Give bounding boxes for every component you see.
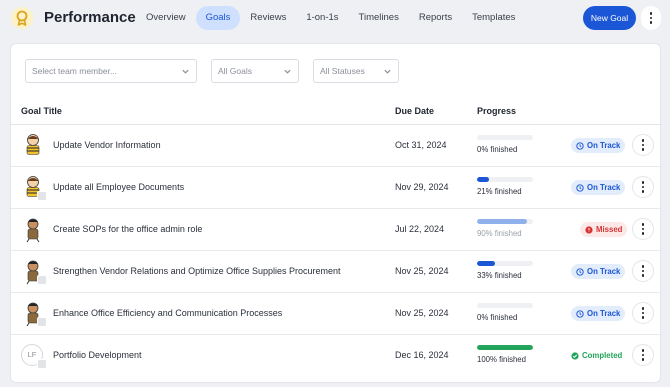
goal-title[interactable]: Update all Employee Documents bbox=[53, 182, 184, 192]
header-more-button[interactable] bbox=[641, 6, 661, 30]
row-more-button[interactable] bbox=[632, 218, 654, 240]
column-progress: Progress bbox=[477, 106, 517, 116]
goal-title[interactable]: Enhance Office Efficiency and Communicat… bbox=[53, 308, 282, 318]
table-header: Goal Title Due Date Progress bbox=[11, 97, 662, 125]
progress-label: 21% finished bbox=[477, 187, 522, 196]
goals-filter-select[interactable]: All Goals bbox=[211, 59, 299, 83]
due-date: Nov 25, 2024 bbox=[395, 266, 449, 276]
due-date: Jul 22, 2024 bbox=[395, 224, 445, 234]
row-more-button[interactable] bbox=[632, 176, 654, 198]
more-vertical-icon bbox=[641, 307, 645, 319]
progress-fill bbox=[477, 219, 528, 224]
progress-bar bbox=[477, 177, 533, 182]
due-date: Dec 16, 2024 bbox=[395, 350, 449, 360]
table-row[interactable]: Update all Employee Documents Nov 29, 20… bbox=[11, 167, 662, 209]
progress-bar bbox=[477, 135, 533, 140]
goal-title[interactable]: Strengthen Vendor Relations and Optimize… bbox=[53, 266, 341, 276]
secondary-avatar-badge bbox=[37, 275, 47, 285]
main-nav: Overview Goals Reviews 1-on-1s Timelines… bbox=[136, 6, 525, 30]
progress-label: 90% finished bbox=[477, 229, 522, 238]
goal-title[interactable]: Portfolio Development bbox=[53, 350, 142, 360]
chevron-down-icon bbox=[384, 69, 391, 74]
tab-reports[interactable]: Reports bbox=[409, 6, 462, 30]
secondary-avatar-badge bbox=[37, 359, 47, 369]
clock-icon bbox=[576, 267, 584, 276]
clock-icon bbox=[576, 183, 584, 192]
progress-bar bbox=[477, 303, 533, 308]
goal-title[interactable]: Update Vendor Information bbox=[53, 140, 161, 150]
award-badge-icon bbox=[11, 7, 33, 29]
tab-1on1s[interactable]: 1-on-1s bbox=[296, 6, 348, 30]
due-date: Nov 29, 2024 bbox=[395, 182, 449, 192]
more-vertical-icon bbox=[641, 349, 645, 361]
clock-icon bbox=[576, 309, 584, 318]
status-label: Missed bbox=[596, 225, 623, 234]
table-row[interactable]: Strengthen Vendor Relations and Optimize… bbox=[11, 251, 662, 293]
progress-fill bbox=[477, 261, 496, 266]
tab-overview[interactable]: Overview bbox=[136, 6, 196, 30]
check-circle-icon bbox=[571, 351, 579, 360]
status-badge: On Track bbox=[571, 264, 626, 279]
row-more-button[interactable] bbox=[632, 302, 654, 324]
due-date: Oct 31, 2024 bbox=[395, 140, 447, 150]
team-member-select[interactable]: Select team member... bbox=[25, 59, 197, 83]
progress-fill bbox=[477, 345, 533, 350]
progress-bar bbox=[477, 261, 533, 266]
team-member-placeholder: Select team member... bbox=[32, 66, 118, 76]
top-header: Performance Overview Goals Reviews 1-on-… bbox=[0, 0, 670, 38]
status-badge: Missed bbox=[580, 222, 628, 237]
goal-title[interactable]: Create SOPs for the office admin role bbox=[53, 224, 202, 234]
avatar bbox=[26, 218, 40, 243]
progress-label: 0% finished bbox=[477, 313, 518, 322]
app-title: Performance bbox=[44, 9, 136, 26]
status-badge: On Track bbox=[571, 138, 626, 153]
progress-bar bbox=[477, 345, 533, 350]
status-label: On Track bbox=[587, 141, 621, 150]
tab-reviews[interactable]: Reviews bbox=[240, 6, 296, 30]
progress-label: 100% finished bbox=[477, 355, 526, 364]
status-label: On Track bbox=[587, 267, 621, 276]
alert-circle-icon bbox=[585, 225, 593, 234]
chevron-down-icon bbox=[182, 69, 189, 74]
status-filter-select[interactable]: All Statuses bbox=[313, 59, 399, 83]
more-vertical-icon bbox=[641, 181, 645, 193]
due-date: Nov 25, 2024 bbox=[395, 308, 449, 318]
status-label: Completed bbox=[582, 351, 623, 360]
table-row[interactable]: Update Vendor Information Oct 31, 2024 0… bbox=[11, 125, 662, 167]
table-row[interactable]: Enhance Office Efficiency and Communicat… bbox=[11, 293, 662, 335]
new-goal-button[interactable]: New Goal bbox=[583, 6, 636, 30]
secondary-avatar-badge bbox=[37, 191, 47, 201]
goals-filter-value: All Goals bbox=[218, 66, 253, 76]
status-label: On Track bbox=[587, 309, 621, 318]
column-due-date: Due Date bbox=[395, 106, 435, 116]
table-row[interactable]: Create SOPs for the office admin role Ju… bbox=[11, 209, 662, 251]
row-more-button[interactable] bbox=[632, 344, 654, 366]
progress-fill bbox=[477, 177, 489, 182]
more-vertical-icon bbox=[641, 265, 645, 277]
status-label: On Track bbox=[587, 183, 621, 192]
row-more-button[interactable] bbox=[632, 260, 654, 282]
progress-label: 33% finished bbox=[477, 271, 522, 280]
table-row[interactable]: LF Portfolio Development Dec 16, 2024 10… bbox=[11, 335, 662, 377]
row-more-button[interactable] bbox=[632, 134, 654, 156]
more-vertical-icon bbox=[641, 223, 645, 235]
progress-bar bbox=[477, 219, 533, 224]
tab-goals[interactable]: Goals bbox=[195, 6, 241, 30]
avatar bbox=[26, 134, 40, 155]
secondary-avatar-badge bbox=[37, 317, 47, 327]
clock-icon bbox=[576, 141, 584, 150]
more-vertical-icon bbox=[649, 12, 653, 24]
status-badge: On Track bbox=[571, 306, 626, 321]
tab-timelines[interactable]: Timelines bbox=[349, 6, 409, 30]
goals-card: Select team member... All Goals All Stat… bbox=[10, 43, 662, 383]
more-vertical-icon bbox=[641, 139, 645, 151]
status-filter-value: All Statuses bbox=[320, 66, 365, 76]
column-goal-title: Goal Title bbox=[21, 106, 62, 116]
tab-templates[interactable]: Templates bbox=[462, 6, 525, 30]
status-badge: On Track bbox=[571, 180, 626, 195]
status-badge: Completed bbox=[566, 348, 627, 363]
chevron-down-icon bbox=[284, 69, 291, 74]
progress-label: 0% finished bbox=[477, 145, 518, 154]
